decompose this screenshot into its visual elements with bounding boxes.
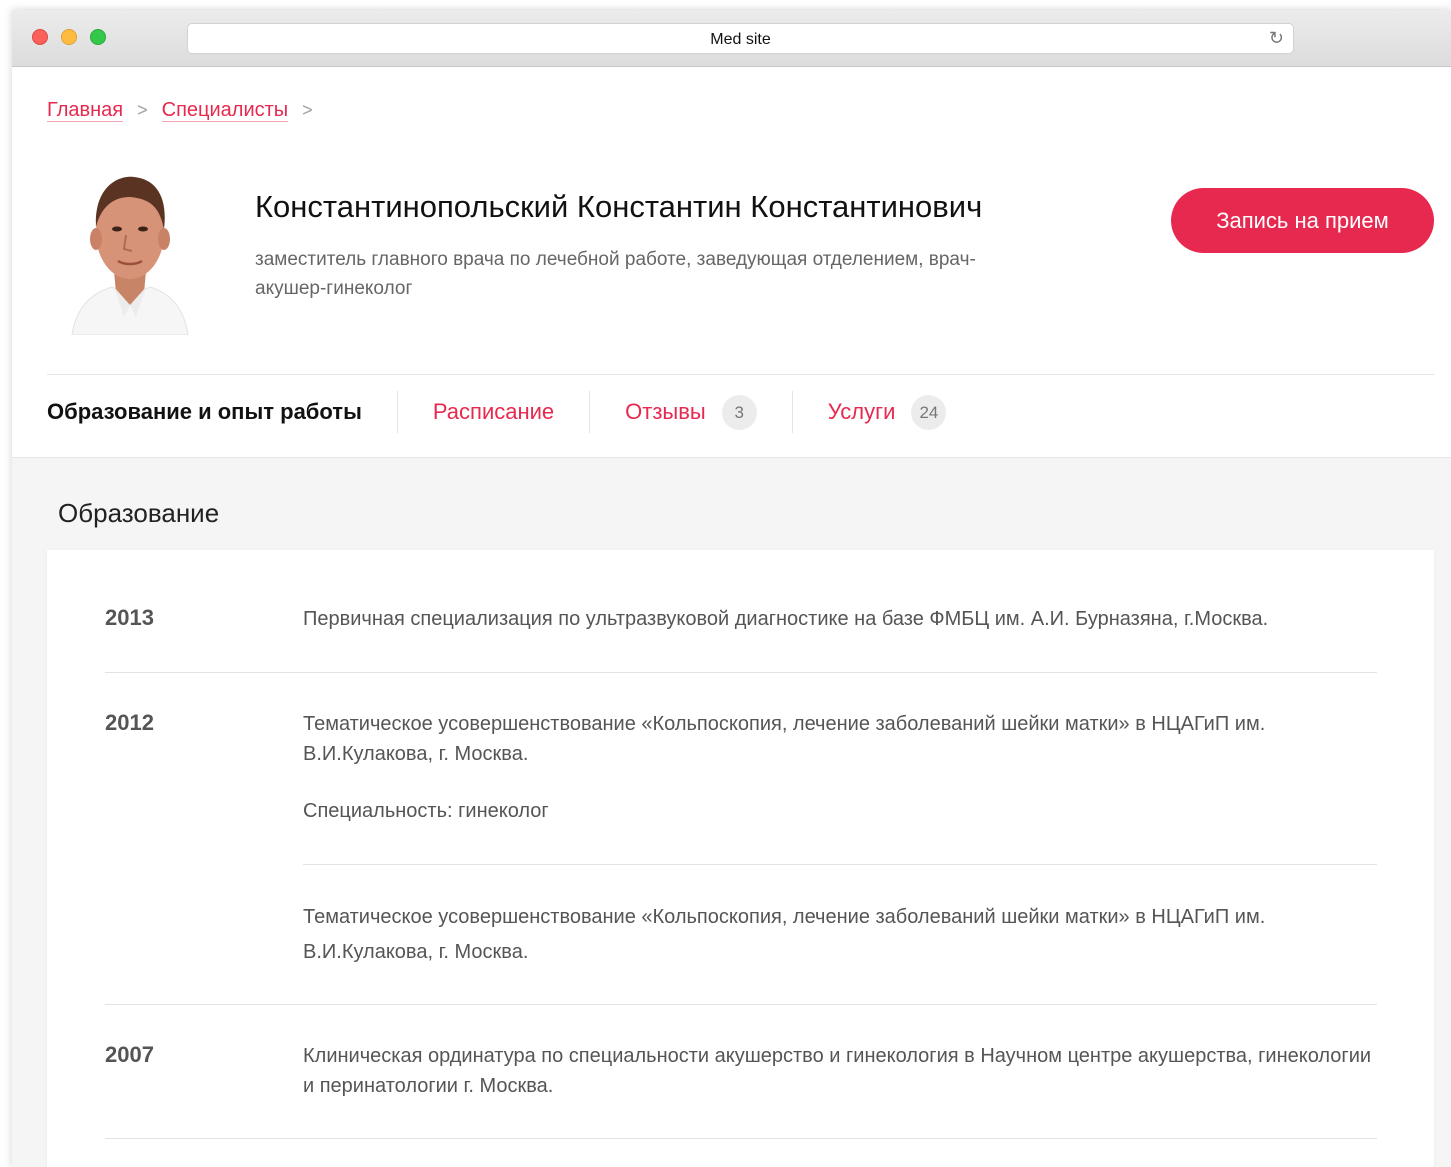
tab-services[interactable]: Услуги 24 bbox=[791, 391, 982, 433]
tab-label: Услуги bbox=[827, 399, 896, 424]
minimize-window-button[interactable] bbox=[61, 29, 77, 45]
entry-divider bbox=[303, 864, 1377, 865]
section-title: Образование bbox=[58, 498, 220, 528]
doctor-name: Константинопольский Константин Константи… bbox=[255, 189, 983, 224]
education-text: Тематическое усовершенствование «Кольпос… bbox=[303, 906, 1266, 963]
education-card: 2013 Первичная специализация по ультразв… bbox=[47, 550, 1434, 1167]
address-bar[interactable]: Med site ↻ bbox=[187, 23, 1294, 54]
close-window-button[interactable] bbox=[32, 29, 48, 45]
education-text: Первичная специализация по ультразвуково… bbox=[303, 608, 1269, 630]
appointment-button[interactable]: Запись на прием bbox=[1171, 188, 1434, 253]
education-year: 2012 bbox=[105, 710, 154, 735]
page: Главная > Специалисты > Константинопольс… bbox=[12, 67, 1451, 1167]
browser-toolbar: Med site ↻ bbox=[12, 10, 1451, 67]
services-count-badge: 24 bbox=[911, 394, 947, 430]
breadcrumb-specialists-link[interactable]: Специалисты bbox=[161, 99, 289, 122]
zoom-window-button[interactable] bbox=[90, 29, 106, 45]
tab-label: Образование и опыт работы bbox=[47, 399, 362, 424]
address-bar-title: Med site bbox=[710, 31, 771, 48]
browser-window: Med site ↻ Главная > Специалисты > Конст… bbox=[12, 10, 1451, 1167]
tabs-divider bbox=[47, 374, 1434, 375]
reviews-count-badge: 3 bbox=[721, 394, 757, 430]
tab-reviews[interactable]: Отзывы 3 bbox=[589, 391, 792, 433]
education-year: 2007 bbox=[105, 1042, 154, 1067]
breadcrumb: Главная > Специалисты > bbox=[47, 99, 327, 122]
breadcrumb-home-link[interactable]: Главная bbox=[47, 99, 124, 122]
education-specialty: Специальность: гинеколог bbox=[303, 800, 549, 822]
education-section: Образование 2013 Первичная специализация… bbox=[12, 457, 1451, 1167]
tab-schedule[interactable]: Расписание bbox=[396, 391, 589, 433]
education-year: 2013 bbox=[105, 605, 154, 630]
doctor-photo bbox=[71, 176, 189, 335]
entry-divider bbox=[105, 1138, 1377, 1139]
tab-label: Расписание bbox=[432, 399, 555, 424]
tab-education[interactable]: Образование и опыт работы bbox=[47, 391, 397, 433]
entry-divider bbox=[105, 1004, 1377, 1005]
education-text: Тематическое усовершенствование «Кольпос… bbox=[303, 713, 1266, 765]
education-text: Клиническая ординатура по специальности … bbox=[303, 1045, 1372, 1097]
entry-divider bbox=[105, 672, 1377, 673]
tab-label: Отзывы bbox=[625, 399, 706, 424]
profile-tabs: Образование и опыт работы Расписание Отз… bbox=[47, 390, 981, 434]
chevron-right-icon: > bbox=[137, 100, 148, 120]
chevron-right-icon: > bbox=[302, 100, 313, 120]
reload-icon[interactable]: ↻ bbox=[1269, 28, 1284, 49]
doctor-position: заместитель главного врача по лечебной р… bbox=[255, 249, 976, 299]
